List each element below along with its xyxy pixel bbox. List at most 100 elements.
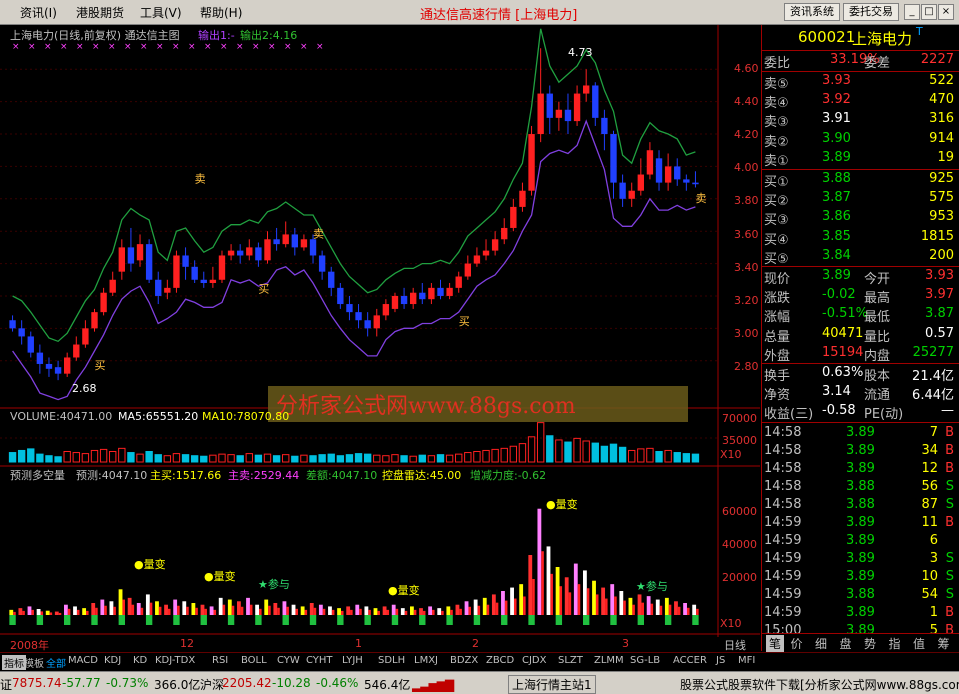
top-marker: × xyxy=(44,42,52,52)
indicator-neg-bar xyxy=(200,615,207,625)
indicator-bar xyxy=(455,604,460,615)
volume-bar xyxy=(291,455,299,463)
indicator-neg-bar xyxy=(91,615,98,625)
indicator-tab[interactable]: SDLH xyxy=(378,655,405,666)
indicator-bar xyxy=(149,602,153,615)
candle-body xyxy=(628,190,635,199)
indicator-diff: 差额:4047.10 xyxy=(306,469,378,482)
indicator-tab[interactable]: JS xyxy=(716,655,725,666)
candle-body xyxy=(246,247,253,256)
restore-icon[interactable]: □ xyxy=(921,4,937,20)
indicator-bar xyxy=(592,580,596,615)
indicator-bar xyxy=(82,608,87,615)
server-status[interactable]: 上海行情主站1 xyxy=(508,675,596,694)
top-marker: × xyxy=(92,42,100,52)
indicator-tab[interactable]: LYJH xyxy=(342,655,363,666)
indicator-tab[interactable]: 模板 xyxy=(24,655,44,670)
volume-bar xyxy=(127,452,135,463)
indicator-tab[interactable]: MACD xyxy=(68,655,98,666)
indicator-tab[interactable]: LMXJ xyxy=(414,655,438,666)
menu-bar: 资讯(I) 港股期货 工具(V) 帮助(H) 通达信高速行情 [上海电力] 资讯… xyxy=(0,0,959,25)
side-tab-7[interactable]: 筹 xyxy=(938,635,950,652)
kline-chart[interactable]: × × × × × × × × × × × × × × × × × × × ×卖卖卖买买买 xyxy=(0,25,760,637)
indicator-tab[interactable]: MFI xyxy=(738,655,755,666)
volume-title: VOLUME:40471.00 xyxy=(10,410,113,423)
indicator-tab[interactable]: KD xyxy=(133,655,147,666)
indicator-tab[interactable]: ZBCD xyxy=(486,655,514,666)
chart-area[interactable]: × × × × × × × × × × × × × × × × × × × × 卖卖卖买买买 上海电力(日线,前复权) … xyxy=(0,25,760,652)
candle-body xyxy=(273,239,280,245)
indicator-tab[interactable]: CYW xyxy=(277,655,300,666)
side-tab-2[interactable]: 细 xyxy=(815,635,827,652)
indicator-neg-bar xyxy=(473,615,481,625)
tick-row: 14:58 3.88 87 S xyxy=(764,497,954,512)
ma10-label: MA10:78070.80 xyxy=(202,410,290,423)
top-marker: × xyxy=(204,42,212,52)
sz-label: 沪深 xyxy=(200,678,225,692)
candle-body xyxy=(409,292,417,305)
price-tick: 4.40 xyxy=(734,95,759,108)
volume-bar xyxy=(163,455,172,463)
indicator-tab[interactable]: 指标 xyxy=(2,655,26,670)
indicator-bar xyxy=(373,608,378,615)
tick-row: 14:59 3.89 3 S xyxy=(764,551,954,566)
indicator-neg-bar xyxy=(528,615,535,625)
info-system-button[interactable]: 资讯系统 xyxy=(784,3,840,21)
indicator-tab[interactable]: BOLL xyxy=(241,655,267,666)
candle-body xyxy=(218,255,226,280)
indicator-bar xyxy=(573,563,578,615)
trade-button[interactable]: 委托交易 xyxy=(843,3,899,21)
candle-body xyxy=(446,287,453,296)
menu-info[interactable]: 资讯(I) xyxy=(20,4,57,21)
price-tick: 4.00 xyxy=(734,161,759,174)
candle-body xyxy=(300,239,308,248)
tick-row: 14:59 3.88 54 S xyxy=(764,587,954,602)
candle-body xyxy=(27,336,34,353)
close-icon[interactable]: × xyxy=(938,4,954,20)
indicator-tab[interactable]: ZLMM xyxy=(594,655,624,666)
indicator-tab[interactable]: CJDX xyxy=(522,655,546,666)
candle-body xyxy=(400,295,408,305)
side-tab-5[interactable]: 指 xyxy=(889,635,901,652)
indicator-tab[interactable]: 全部 xyxy=(46,655,66,670)
indicator-tab[interactable]: KDJ-TDX xyxy=(155,655,195,666)
indicator-bar xyxy=(355,604,360,615)
indicator-neg-bar xyxy=(582,615,590,625)
indicator-tab[interactable]: SG-LB xyxy=(630,655,660,666)
top-marker: × xyxy=(108,42,116,52)
indicator-bar xyxy=(382,606,387,615)
candle-body xyxy=(255,247,262,261)
indicator-neg-bar xyxy=(419,615,426,625)
side-tab-3[interactable]: 盘 xyxy=(840,635,852,652)
indicator-bar xyxy=(76,609,80,615)
volume-bar xyxy=(282,454,290,463)
indicator-tab[interactable]: BDZX xyxy=(450,655,478,666)
indicator-bar xyxy=(122,599,126,615)
menu-tools[interactable]: 工具(V) xyxy=(140,4,182,21)
indicator-bar xyxy=(18,608,23,615)
volume-bar xyxy=(618,446,627,463)
candle-body xyxy=(282,234,289,245)
sell-level-row: 卖① 3.89 19 xyxy=(764,149,954,169)
menu-hk-futures[interactable]: 港股期货 xyxy=(76,4,124,21)
minimize-icon[interactable]: _ xyxy=(904,4,920,20)
volume-bar xyxy=(664,449,672,463)
indicator-tab[interactable]: ACCER xyxy=(673,655,707,666)
side-tab-6[interactable]: 值 xyxy=(913,635,925,652)
side-tab-4[interactable]: 势 xyxy=(864,635,876,652)
top-marker: × xyxy=(236,42,244,52)
indicator-bar xyxy=(495,602,499,615)
indicator-tab[interactable]: CYHT xyxy=(306,655,333,666)
menu-help[interactable]: 帮助(H) xyxy=(200,4,242,21)
indicator-tab[interactable]: RSI xyxy=(212,655,228,666)
indicator-tab[interactable]: KDJ xyxy=(104,655,121,666)
ad-text[interactable]: 股票公式股票软件下载[分析家公式网www.88gs.com] xyxy=(680,676,959,693)
volume-bar xyxy=(200,455,208,463)
indicator-tab[interactable]: SLZT xyxy=(558,655,583,666)
period-label[interactable]: 日线 xyxy=(724,637,746,653)
side-tab-1[interactable]: 价 xyxy=(791,635,803,652)
indicator-neg-bar xyxy=(501,615,508,625)
date-label: 2 xyxy=(472,637,479,650)
side-tab-0[interactable]: 笔 xyxy=(766,635,785,652)
indicator-bar xyxy=(664,597,669,615)
